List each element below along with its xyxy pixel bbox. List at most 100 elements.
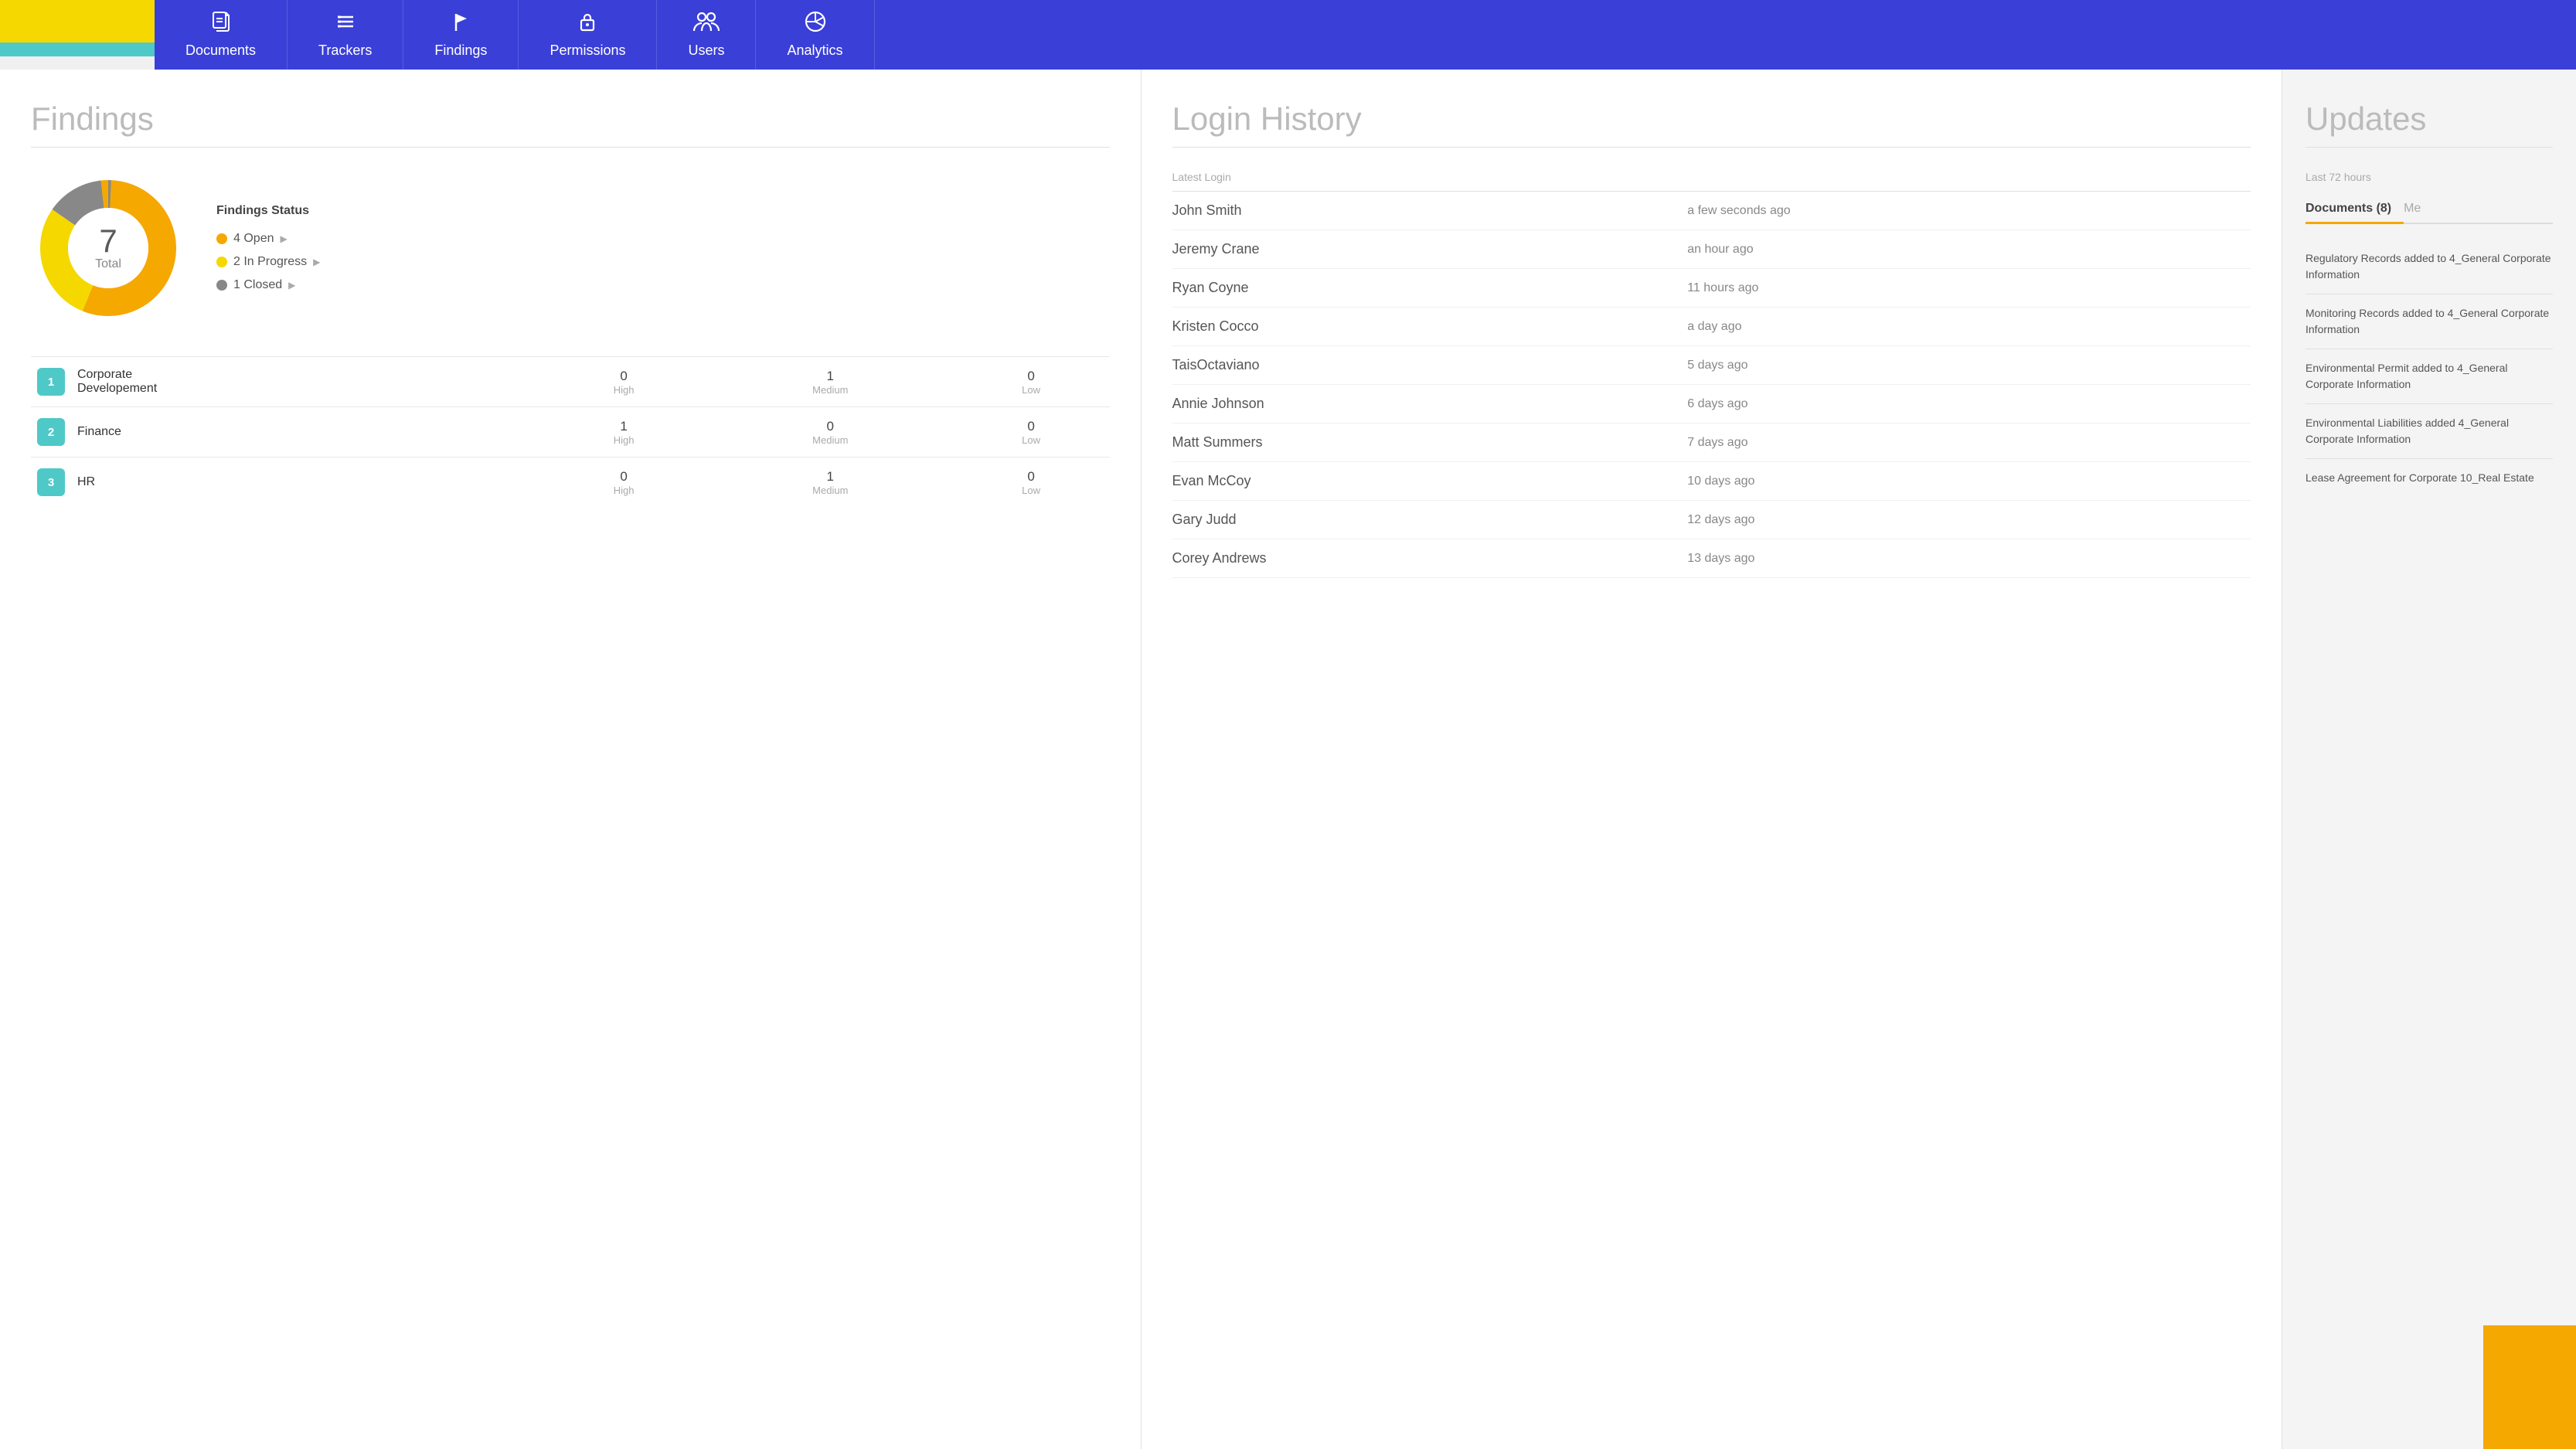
login-time: a day ago — [1687, 308, 2251, 346]
login-table-row: Ryan Coyne 11 hours ago — [1172, 269, 2251, 308]
row-low-cell: 0 Low — [953, 457, 1110, 508]
donut-total-number: 7 — [95, 225, 121, 257]
trackers-label: Trackers — [318, 43, 372, 59]
nav-item-documents[interactable]: Documents — [155, 0, 288, 70]
row-name: HR — [71, 457, 539, 508]
findings-label: Findings — [434, 43, 487, 59]
nav-item-findings[interactable]: Findings — [403, 0, 519, 70]
login-name: Annie Johnson — [1172, 385, 1688, 423]
legend-item-open[interactable]: 4 Open ▶ — [216, 232, 320, 246]
main-content: Findings 7 Total — [0, 70, 2576, 1449]
row-high-value: 0 — [546, 369, 702, 384]
legend-label-inprogress: 2 In Progress — [233, 255, 307, 269]
updates-tabs: Documents (8) Me — [2305, 196, 2553, 224]
login-name: Matt Summers — [1172, 423, 1688, 462]
nav-item-users[interactable]: Users — [657, 0, 756, 70]
update-item[interactable]: Regulatory Records added to 4_General Co… — [2305, 240, 2553, 294]
row-low-cell: 0 Low — [953, 357, 1110, 407]
findings-table-row[interactable]: 1 Corporate Developement 0 High 1 Medium… — [31, 357, 1110, 407]
login-name: TaisOctaviano — [1172, 346, 1688, 385]
row-medium-value: 1 — [714, 369, 947, 384]
legend-title: Findings Status — [216, 204, 320, 218]
row-low-value: 0 — [959, 419, 1104, 434]
login-header-name: Latest Login — [1172, 171, 1688, 192]
legend-arrow-inprogress: ▶ — [313, 257, 320, 267]
row-name: Finance — [71, 407, 539, 457]
row-number: 2 — [37, 418, 65, 446]
corner-yellow-decoration — [0, 0, 155, 43]
login-time: 6 days ago — [1687, 385, 2251, 423]
findings-title: Findings — [31, 100, 1110, 148]
login-table-row: Jeremy Crane an hour ago — [1172, 230, 2251, 269]
analytics-icon — [804, 11, 827, 38]
login-table-row: John Smith a few seconds ago — [1172, 192, 2251, 230]
login-time: an hour ago — [1687, 230, 2251, 269]
legend-dot-inprogress — [216, 257, 227, 267]
login-name: Gary Judd — [1172, 501, 1688, 539]
update-item[interactable]: Monitoring Records added to 4_General Co… — [2305, 294, 2553, 349]
update-item[interactable]: Environmental Permit added to 4_General … — [2305, 349, 2553, 404]
permissions-icon — [577, 11, 598, 38]
donut-chart: 7 Total — [31, 171, 185, 325]
login-header-time — [1687, 171, 2251, 192]
row-low-label: Low — [959, 384, 1104, 396]
analytics-label: Analytics — [787, 43, 842, 59]
login-time: 13 days ago — [1687, 539, 2251, 578]
login-name: Evan McCoy — [1172, 462, 1688, 501]
row-medium-cell: 0 Medium — [708, 407, 953, 457]
login-name: Jeremy Crane — [1172, 230, 1688, 269]
row-medium-label: Medium — [714, 485, 947, 496]
corner-teal-decoration — [0, 43, 155, 56]
legend-item-inprogress[interactable]: 2 In Progress ▶ — [216, 255, 320, 269]
row-low-label: Low — [959, 485, 1104, 496]
updates-subtitle: Last 72 hours — [2305, 171, 2553, 183]
row-high-value: 0 — [546, 469, 702, 485]
row-low-label: Low — [959, 434, 1104, 446]
update-item[interactable]: Lease Agreement for Corporate 10_Real Es… — [2305, 459, 2553, 497]
login-time: a few seconds ago — [1687, 192, 2251, 230]
login-name: John Smith — [1172, 192, 1688, 230]
findings-table-row[interactable]: 3 HR 0 High 1 Medium 0 Low — [31, 457, 1110, 508]
login-time: 5 days ago — [1687, 346, 2251, 385]
nav-item-analytics[interactable]: Analytics — [756, 0, 874, 70]
legend-label-open: 4 Open — [233, 232, 274, 246]
chart-area: 7 Total Findings Status 4 Open ▶ 2 In Pr… — [31, 171, 1110, 325]
findings-table: 1 Corporate Developement 0 High 1 Medium… — [31, 356, 1110, 507]
update-item[interactable]: Environmental Liabilities added 4_Genera… — [2305, 404, 2553, 459]
nav-item-trackers[interactable]: Trackers — [288, 0, 403, 70]
findings-panel: Findings 7 Total — [0, 70, 1142, 1449]
row-medium-value: 0 — [714, 419, 947, 434]
row-name: Corporate Developement — [71, 357, 539, 407]
login-table-row: Corey Andrews 13 days ago — [1172, 539, 2251, 578]
login-table: Latest Login John Smith a few seconds ag… — [1172, 171, 2251, 578]
row-medium-label: Medium — [714, 384, 947, 396]
updates-tab-me[interactable]: Me — [2404, 196, 2433, 223]
trackers-icon — [335, 11, 356, 38]
legend-arrow-open: ▶ — [280, 233, 287, 244]
documents-label: Documents — [185, 43, 256, 59]
legend-dot-open — [216, 233, 227, 244]
updates-tab-documents[interactable]: Documents (8) — [2305, 196, 2404, 224]
login-table-row: Matt Summers 7 days ago — [1172, 423, 2251, 462]
row-medium-cell: 1 Medium — [708, 457, 953, 508]
login-table-row: Gary Judd 12 days ago — [1172, 501, 2251, 539]
donut-total-label: Total — [95, 257, 121, 271]
nav-items: Documents Trackers — [155, 0, 2576, 70]
row-high-cell: 0 High — [539, 457, 708, 508]
login-table-row: TaisOctaviano 5 days ago — [1172, 346, 2251, 385]
legend-item-closed[interactable]: 1 Closed ▶ — [216, 278, 320, 292]
findings-icon — [450, 11, 471, 38]
navbar: Dashboard Documents — [0, 0, 2576, 70]
nav-item-permissions[interactable]: Permissions — [519, 0, 657, 70]
login-history-title: Login History — [1172, 100, 2251, 148]
corner-orange-decoration — [2483, 1325, 2576, 1449]
row-low-value: 0 — [959, 469, 1104, 485]
row-high-label: High — [546, 485, 702, 496]
users-label: Users — [688, 43, 724, 59]
documents-icon — [210, 11, 232, 38]
row-high-value: 1 — [546, 419, 702, 434]
findings-table-row[interactable]: 2 Finance 1 High 0 Medium 0 Low — [31, 407, 1110, 457]
row-low-cell: 0 Low — [953, 407, 1110, 457]
legend-label-closed: 1 Closed — [233, 278, 282, 292]
row-number: 3 — [37, 468, 65, 496]
